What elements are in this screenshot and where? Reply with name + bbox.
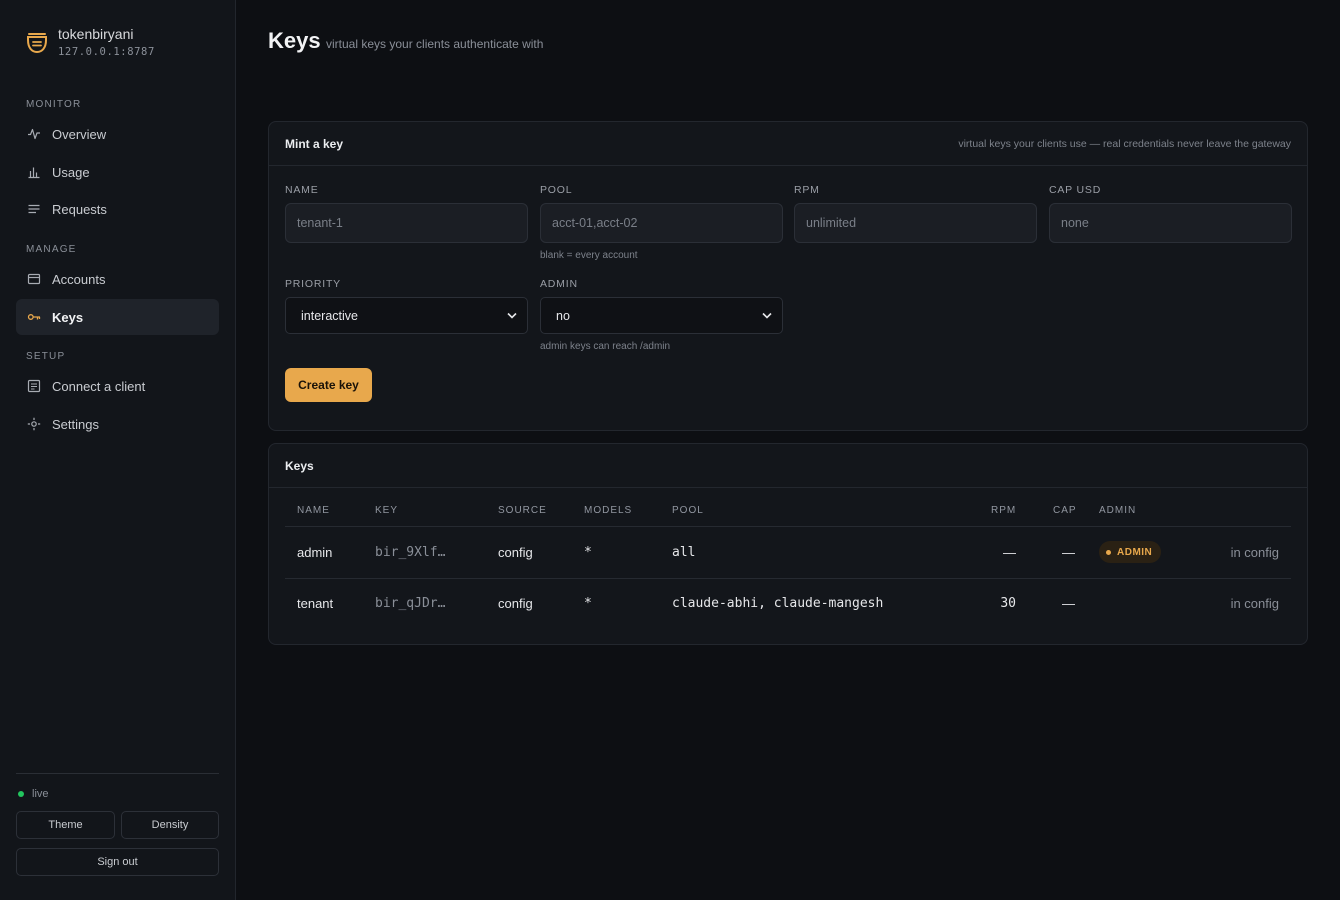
brand[interactable]: tokenbiryani 127.0.0.1:8787 bbox=[26, 27, 155, 58]
column-header-models: MODELS bbox=[584, 505, 633, 516]
key-cap: — bbox=[1062, 545, 1075, 560]
key-action: in config bbox=[1230, 596, 1279, 611]
admin-value: no bbox=[556, 308, 570, 323]
cap-usd-label: CAP USD bbox=[1049, 184, 1102, 196]
sidebar-item-requests[interactable]: Requests bbox=[16, 191, 219, 227]
card-icon bbox=[26, 271, 42, 287]
activity-icon bbox=[26, 126, 42, 142]
page-subtitle: virtual keys your clients authenticate w… bbox=[326, 37, 544, 51]
list-icon bbox=[26, 201, 42, 217]
column-header-rpm: RPM bbox=[991, 505, 1017, 516]
key-name: admin bbox=[297, 545, 333, 560]
key-icon bbox=[26, 309, 42, 325]
sign-out-button[interactable]: Sign out bbox=[16, 848, 219, 876]
settings-icon bbox=[26, 416, 42, 432]
admin-label: ADMIN bbox=[540, 278, 578, 290]
card-header: Keys bbox=[269, 444, 1307, 488]
sidebar: tokenbiryani 127.0.0.1:8787 MONITOR Over… bbox=[0, 0, 236, 900]
card-hint: virtual keys your clients use — real cre… bbox=[958, 137, 1291, 150]
column-header-source: SOURCE bbox=[498, 505, 547, 516]
chevron-down-icon bbox=[762, 312, 772, 319]
pool-help: blank = every account bbox=[540, 250, 638, 261]
sidebar-item-label: Keys bbox=[52, 309, 84, 325]
sidebar-item-settings[interactable]: Settings bbox=[16, 406, 219, 442]
nav-section-monitor: MONITOR bbox=[26, 99, 82, 110]
key-value: bir_9Xlf… bbox=[375, 545, 446, 560]
live-status-label: live bbox=[32, 788, 49, 800]
badge-dot-icon bbox=[1106, 549, 1111, 555]
priority-value: interactive bbox=[301, 308, 358, 323]
table-header: NAME KEY SOURCE MODELS POOL RPM CAP ADMI… bbox=[285, 502, 1291, 527]
admin-help: admin keys can reach /admin bbox=[540, 341, 671, 352]
key-models: * bbox=[584, 545, 592, 560]
key-source: config bbox=[498, 545, 533, 560]
sidebar-item-label: Requests bbox=[52, 201, 107, 217]
key-cap: — bbox=[1062, 596, 1075, 611]
rpm-input[interactable] bbox=[794, 203, 1037, 243]
key-value: bir_qJDr… bbox=[375, 596, 446, 611]
sidebar-item-connect-client[interactable]: Connect a client bbox=[16, 368, 219, 404]
key-name: tenant bbox=[297, 596, 334, 611]
priority-label: PRIORITY bbox=[285, 278, 341, 290]
key-rpm: — bbox=[1003, 545, 1016, 560]
pool-input[interactable] bbox=[540, 203, 783, 243]
density-button[interactable]: Density bbox=[121, 811, 219, 839]
cap-usd-input[interactable] bbox=[1049, 203, 1292, 243]
sidebar-item-usage[interactable]: Usage bbox=[16, 154, 219, 190]
table-row[interactable]: admin bir_9Xlf… config * all — — ADMIN i… bbox=[285, 527, 1291, 579]
page-title: Keys bbox=[268, 28, 321, 53]
live-status: live bbox=[18, 788, 49, 800]
nav-section-setup: SETUP bbox=[26, 351, 66, 362]
column-header-name: NAME bbox=[297, 505, 330, 516]
admin-select[interactable]: no bbox=[540, 297, 783, 334]
key-pool: all bbox=[672, 545, 696, 560]
bar-chart-icon bbox=[26, 164, 42, 180]
chevron-down-icon bbox=[507, 312, 517, 319]
keys-table-card: Keys NAME KEY SOURCE MODELS POOL RPM CAP… bbox=[268, 443, 1308, 645]
table-row[interactable]: tenant bir_qJDr… config * claude-abhi, c… bbox=[285, 578, 1291, 630]
create-key-button[interactable]: Create key bbox=[285, 368, 372, 402]
admin-badge: ADMIN bbox=[1099, 541, 1162, 563]
key-rpm: 30 bbox=[1000, 596, 1016, 611]
sidebar-item-label: Overview bbox=[52, 126, 107, 142]
column-header-key: KEY bbox=[375, 505, 399, 516]
theme-button[interactable]: Theme bbox=[16, 811, 115, 839]
card-title: Keys bbox=[285, 458, 314, 473]
card-title: Mint a key bbox=[285, 136, 344, 151]
divider bbox=[16, 773, 219, 774]
biryani-logo-icon bbox=[27, 33, 47, 54]
sidebar-item-overview[interactable]: Overview bbox=[16, 116, 219, 152]
brand-name: tokenbiryani bbox=[58, 26, 134, 42]
mint-key-card: Mint a key virtual keys your clients use… bbox=[268, 121, 1308, 431]
column-header-cap: CAP bbox=[1053, 505, 1077, 516]
nav-section-manage: MANAGE bbox=[26, 244, 77, 255]
sidebar-item-keys[interactable]: Keys bbox=[16, 299, 219, 335]
pool-label: POOL bbox=[540, 184, 573, 196]
priority-select[interactable]: interactive bbox=[285, 297, 528, 334]
key-source: config bbox=[498, 596, 533, 611]
column-header-admin: ADMIN bbox=[1099, 505, 1137, 516]
key-action: in config bbox=[1230, 545, 1279, 560]
name-label: NAME bbox=[285, 184, 319, 196]
card-header: Mint a key virtual keys your clients use… bbox=[269, 122, 1307, 166]
sidebar-item-label: Accounts bbox=[52, 271, 106, 287]
brand-host: 127.0.0.1:8787 bbox=[58, 46, 155, 58]
sidebar-item-label: Settings bbox=[52, 416, 99, 432]
status-dot-icon bbox=[18, 791, 24, 797]
column-header-pool: POOL bbox=[672, 505, 704, 516]
terminal-icon bbox=[26, 378, 42, 394]
key-models: * bbox=[584, 596, 592, 611]
admin-badge-label: ADMIN bbox=[1117, 546, 1153, 558]
sidebar-item-label: Usage bbox=[52, 164, 90, 180]
rpm-label: RPM bbox=[794, 184, 820, 196]
sidebar-item-accounts[interactable]: Accounts bbox=[16, 261, 219, 297]
name-input[interactable] bbox=[285, 203, 528, 243]
sidebar-item-label: Connect a client bbox=[52, 378, 146, 394]
key-pool: claude-abhi, claude-mangesh bbox=[672, 596, 884, 611]
